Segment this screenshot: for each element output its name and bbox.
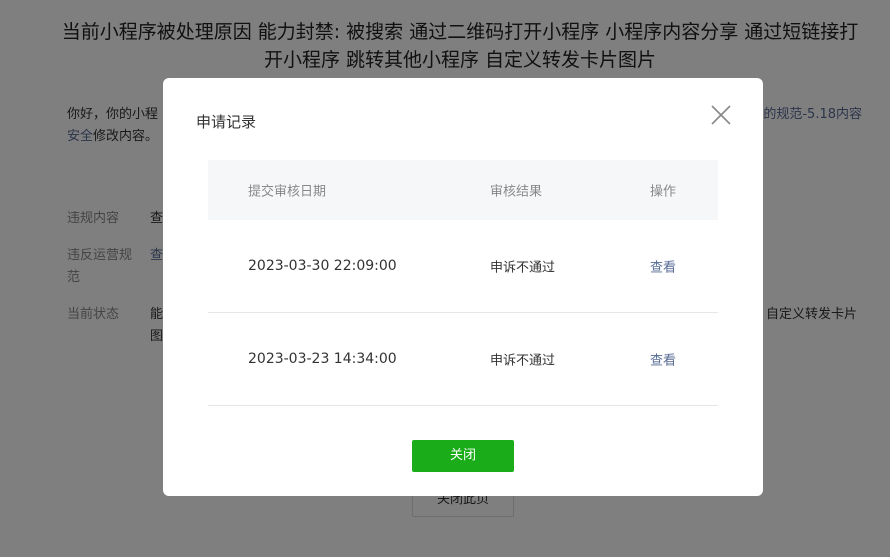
close-icon[interactable] xyxy=(709,103,733,127)
table-header: 提交审核日期 审核结果 操作 xyxy=(208,160,718,220)
table-row: 2023-03-30 22:09:00 申诉不通过 查看 xyxy=(208,220,718,313)
record-result: 申诉不通过 xyxy=(490,353,556,369)
record-result: 申诉不通过 xyxy=(490,260,556,276)
column-header-date: 提交审核日期 xyxy=(248,184,327,200)
view-record-link[interactable]: 查看 xyxy=(650,350,676,369)
record-date: 2023-03-23 14:34:00 xyxy=(248,351,397,367)
table-row: 2023-03-23 14:34:00 申诉不通过 查看 xyxy=(208,313,718,406)
view-record-link[interactable]: 查看 xyxy=(650,257,676,276)
column-header-result: 审核结果 xyxy=(490,184,543,200)
records-table: 提交审核日期 审核结果 操作 2023-03-30 22:09:00 申诉不通过… xyxy=(208,160,718,406)
column-header-action: 操作 xyxy=(650,184,677,200)
records-dialog: 申请记录 提交审核日期 审核结果 操作 2023-03-30 22:09:00 … xyxy=(163,78,763,496)
record-date: 2023-03-30 22:09:00 xyxy=(248,258,397,274)
dialog-close-button[interactable]: 关闭 xyxy=(412,440,514,472)
dialog-title: 申请记录 xyxy=(196,113,257,131)
